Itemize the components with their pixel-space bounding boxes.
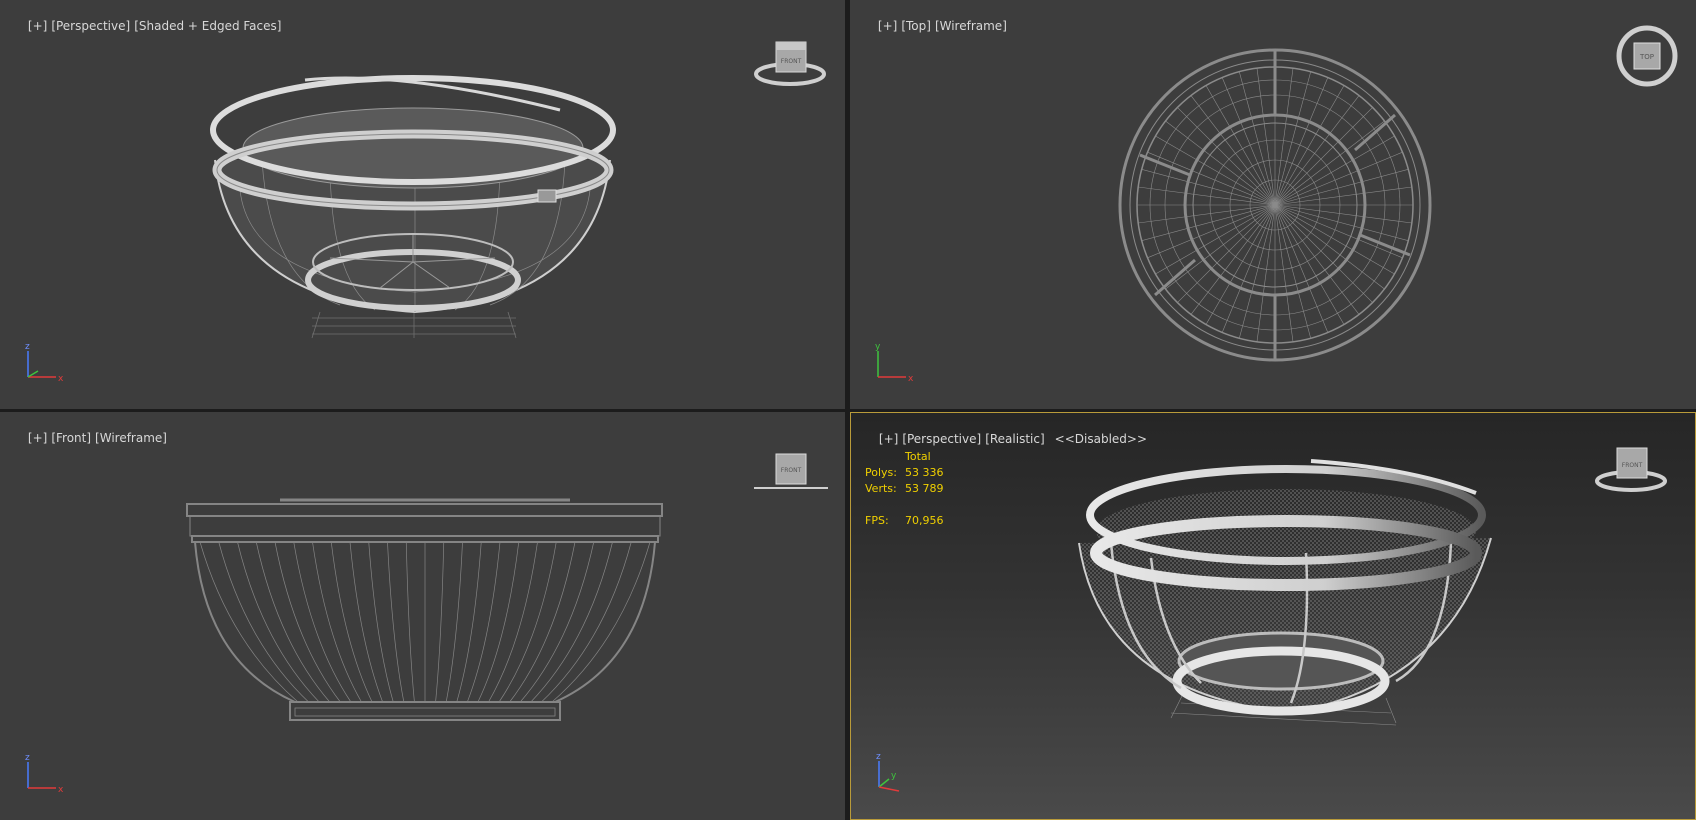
viewport-grid: [+][Perspective][Shaded + Edged Faces] <box>0 0 1696 820</box>
wire-spoke <box>1274 168 1409 206</box>
wire-rib <box>349 541 383 703</box>
wire-spoke <box>1256 68 1276 206</box>
wire-spoke <box>1138 186 1276 206</box>
wire-spoke <box>1221 204 1276 333</box>
axis-a-label: z <box>25 342 30 352</box>
wire-rib <box>218 541 309 703</box>
wire-spoke <box>1177 107 1276 206</box>
wire-spoke <box>1274 204 1403 259</box>
viewcube-face-label: FRONT <box>781 58 802 65</box>
wire-spoke <box>1274 204 1395 275</box>
wire-rib <box>498 541 557 703</box>
wire-rib <box>274 541 341 703</box>
wire-rib <box>293 541 352 703</box>
viewcube-icon[interactable]: FRONT <box>752 36 832 100</box>
wire-spoke <box>1155 135 1276 206</box>
wire-rib <box>330 541 373 703</box>
axis-a-label: z <box>876 752 881 762</box>
axis-tripod-icon: z x <box>18 752 68 802</box>
wire-spoke <box>1155 204 1276 275</box>
wire-rib <box>387 541 405 703</box>
wire-spoke <box>1205 204 1276 325</box>
wire-spoke <box>1238 204 1276 339</box>
axis-b-label: y <box>891 771 897 781</box>
wire-spoke <box>1138 204 1276 224</box>
wire-rib <box>530 541 613 703</box>
wire-rib <box>445 541 463 703</box>
wire-spoke <box>1274 204 1409 242</box>
wire-spoke <box>1274 204 1373 303</box>
wire-spoke <box>1274 135 1395 206</box>
basket-front-wireframe <box>186 498 663 721</box>
wire-spoke <box>1274 71 1312 206</box>
wire-spoke <box>1274 77 1329 206</box>
wire-spoke <box>1274 204 1294 342</box>
wire-spoke <box>1205 85 1276 206</box>
axis-tripod-icon: z x <box>18 341 68 391</box>
wire-rib <box>312 541 362 703</box>
wire-spoke <box>1274 107 1373 206</box>
viewport-perspective-shaded[interactable]: [+][Perspective][Shaded + Edged Faces] <box>0 0 845 409</box>
wire-rib <box>405 541 415 703</box>
wire-spoke <box>1274 186 1412 206</box>
viewcube-face-label: FRONT <box>781 467 802 474</box>
viewcube-icon[interactable]: FRONT <box>752 448 832 502</box>
axis-tripod-icon: z y <box>869 751 919 801</box>
wire-spoke <box>1274 68 1294 206</box>
axis-b-label: x <box>58 785 64 795</box>
wire-spoke <box>1274 151 1403 206</box>
wire-spoke <box>1141 168 1276 206</box>
viewcube-icon[interactable]: FRONT <box>1593 443 1673 497</box>
wire-rib <box>255 541 331 703</box>
wire-spoke <box>1177 204 1276 303</box>
wire-rib <box>519 541 595 703</box>
wire-spoke <box>1256 204 1276 342</box>
wire-rib <box>456 541 482 703</box>
axis-b-label: x <box>58 374 64 384</box>
wire-spoke <box>1221 77 1276 206</box>
wire-spoke <box>1141 204 1276 242</box>
viewcube-face-label: TOP <box>1639 53 1654 61</box>
basket-shaded-edged <box>210 75 616 339</box>
wire-rib <box>368 541 394 703</box>
wire-rib <box>541 541 632 703</box>
wire-spoke <box>1274 85 1345 206</box>
axis-tripod-icon: y x <box>868 341 918 391</box>
wire-spoke <box>1274 204 1345 325</box>
axis-b-label: x <box>908 374 914 384</box>
wire-rib <box>509 541 576 703</box>
wire-rib <box>477 541 520 703</box>
wire-spoke <box>1147 151 1276 206</box>
wire-spoke <box>1274 204 1412 224</box>
wire-rib <box>467 541 501 703</box>
wire-spoke <box>1147 204 1276 259</box>
wire-spoke <box>1274 204 1312 339</box>
viewport-front-wireframe[interactable]: [+] [Front] [Wireframe] FRONT z x <box>0 412 845 820</box>
wire-spoke <box>1274 204 1329 333</box>
basket-top-wireframe <box>1118 48 1432 362</box>
axis-a-label: z <box>25 753 30 763</box>
wire-spoke <box>1238 71 1276 206</box>
viewport-perspective-realistic[interactable]: [+] [Perspective] [Realistic] <<Disabled>> … <box>850 412 1696 820</box>
wire-rib <box>488 541 538 703</box>
axis-a-label: y <box>875 342 881 352</box>
viewport-top-wireframe[interactable]: [+] [Top] [Wireframe] TOP y x <box>850 0 1696 409</box>
viewcube-face-label: FRONT <box>1622 462 1643 469</box>
viewcube-icon[interactable]: TOP <box>1612 20 1682 94</box>
wire-rib <box>237 541 320 703</box>
basket-realistic <box>1078 459 1492 726</box>
wire-rib <box>435 541 445 703</box>
